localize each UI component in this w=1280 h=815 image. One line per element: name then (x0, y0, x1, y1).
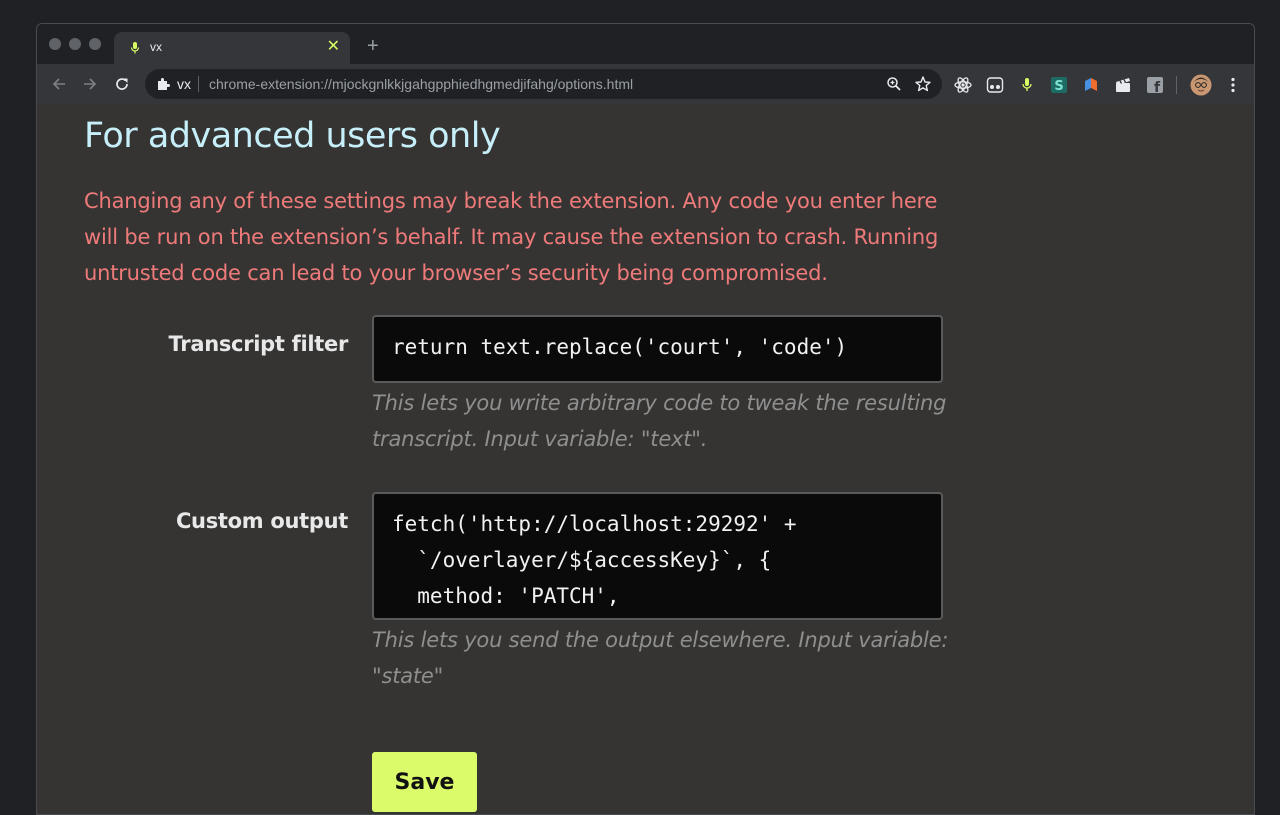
transcript-filter-input[interactable]: return text.replace('court', 'code') (372, 315, 943, 383)
mic-extension-icon[interactable] (1018, 76, 1036, 94)
custom-output-label: Custom output (175, 509, 348, 533)
warning-text: Changing any of these settings may break… (84, 189, 939, 285)
svg-text:S: S (1054, 79, 1063, 94)
origin-chip: vx (177, 76, 191, 92)
forward-arrow-icon (84, 78, 97, 90)
avatar[interactable] (1190, 74, 1212, 96)
puzzle-icon (158, 78, 170, 90)
close-window-button[interactable] (49, 38, 61, 50)
toolbar: vx chrome-extension://mjockgnlkkjgahgpph… (37, 64, 1254, 104)
forward-button[interactable] (80, 74, 100, 94)
svg-text:f: f (1154, 80, 1161, 94)
toolbar-divider (1176, 76, 1177, 94)
dictation-icon[interactable] (986, 76, 1004, 94)
browser-window: vx ✕ + vx chrome-extension://mjockgnlkkj… (36, 23, 1255, 815)
url-text[interactable]: chrome-extension://mjockgnlkkjgahgpphied… (209, 76, 633, 92)
transcript-filter-help: This lets you write arbitrary code to tw… (372, 391, 947, 451)
address-bar[interactable]: vx chrome-extension://mjockgnlkkjgahgpph… (145, 69, 942, 99)
back-button[interactable] (49, 74, 69, 94)
new-tab-button[interactable]: + (367, 36, 379, 56)
microphone-icon (130, 42, 140, 54)
custom-output-help: This lets you send the output elsewhere.… (372, 628, 949, 688)
react-devtools-icon[interactable] (954, 76, 972, 94)
maximize-window-button[interactable] (89, 38, 101, 50)
options-page: For advanced users only Changing any of … (37, 104, 1254, 814)
transcript-filter-label: Transcript filter (168, 332, 349, 356)
custom-output-input[interactable]: fetch('http://localhost:29292' + `/overl… (372, 492, 943, 620)
clapper-icon[interactable] (1114, 76, 1132, 94)
bookmark-star-icon[interactable] (914, 75, 932, 93)
kebab-menu-icon[interactable] (1224, 76, 1242, 94)
reload-icon (116, 78, 128, 90)
minimize-window-button[interactable] (69, 38, 81, 50)
omnibox-divider (198, 76, 199, 92)
page-title: For advanced users only (84, 116, 501, 156)
facebook-icon[interactable]: f (1146, 76, 1164, 94)
tab-title: vx (150, 40, 162, 54)
reload-button[interactable] (112, 74, 132, 94)
back-arrow-icon (52, 78, 65, 90)
save-button[interactable]: Save (372, 752, 477, 812)
stylus-icon[interactable]: S (1050, 76, 1068, 94)
close-tab-icon[interactable]: ✕ (327, 38, 340, 56)
zoom-icon[interactable] (886, 76, 902, 92)
tab-vx[interactable]: vx ✕ (114, 32, 350, 64)
tab-strip: vx ✕ + (37, 24, 1254, 64)
pocket-icon[interactable] (1082, 76, 1100, 94)
